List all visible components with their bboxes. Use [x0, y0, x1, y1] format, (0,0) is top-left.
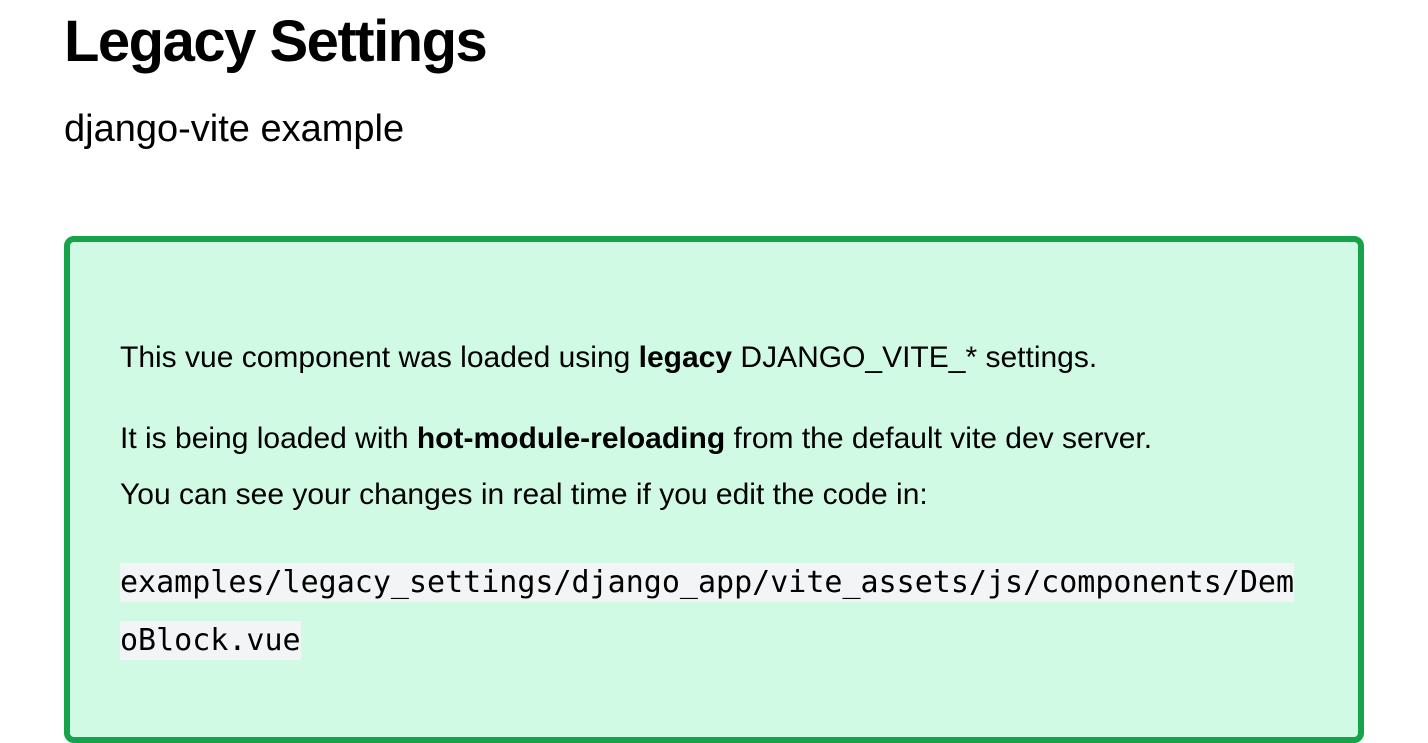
code-path-block: examples/legacy_settings/django_app/vite…	[120, 554, 1300, 670]
page-title: Legacy Settings	[64, 9, 488, 74]
code-path: examples/legacy_settings/django_app/vite…	[120, 563, 1294, 660]
hmr-prefix: It is being loaded with	[120, 422, 417, 455]
loaded-settings-prefix: This vue component was loaded using	[120, 341, 639, 374]
legacy-keyword: legacy	[638, 341, 733, 374]
demo-block: This vue component was loaded using lega…	[64, 236, 1364, 743]
loaded-settings-paragraph: This vue component was loaded using lega…	[120, 340, 1097, 376]
page-subtitle: django-vite example	[64, 108, 405, 150]
loaded-settings-suffix: DJANGO_VITE_* settings.	[732, 341, 1098, 374]
edit-code-hint: You can see your changes in real time if…	[120, 478, 928, 511]
hmr-suffix: from the default vite dev server.	[725, 422, 1153, 455]
hmr-paragraph: It is being loaded with hot-module-reloa…	[120, 421, 1152, 457]
hmr-keyword: hot-module-reloading	[416, 422, 726, 455]
